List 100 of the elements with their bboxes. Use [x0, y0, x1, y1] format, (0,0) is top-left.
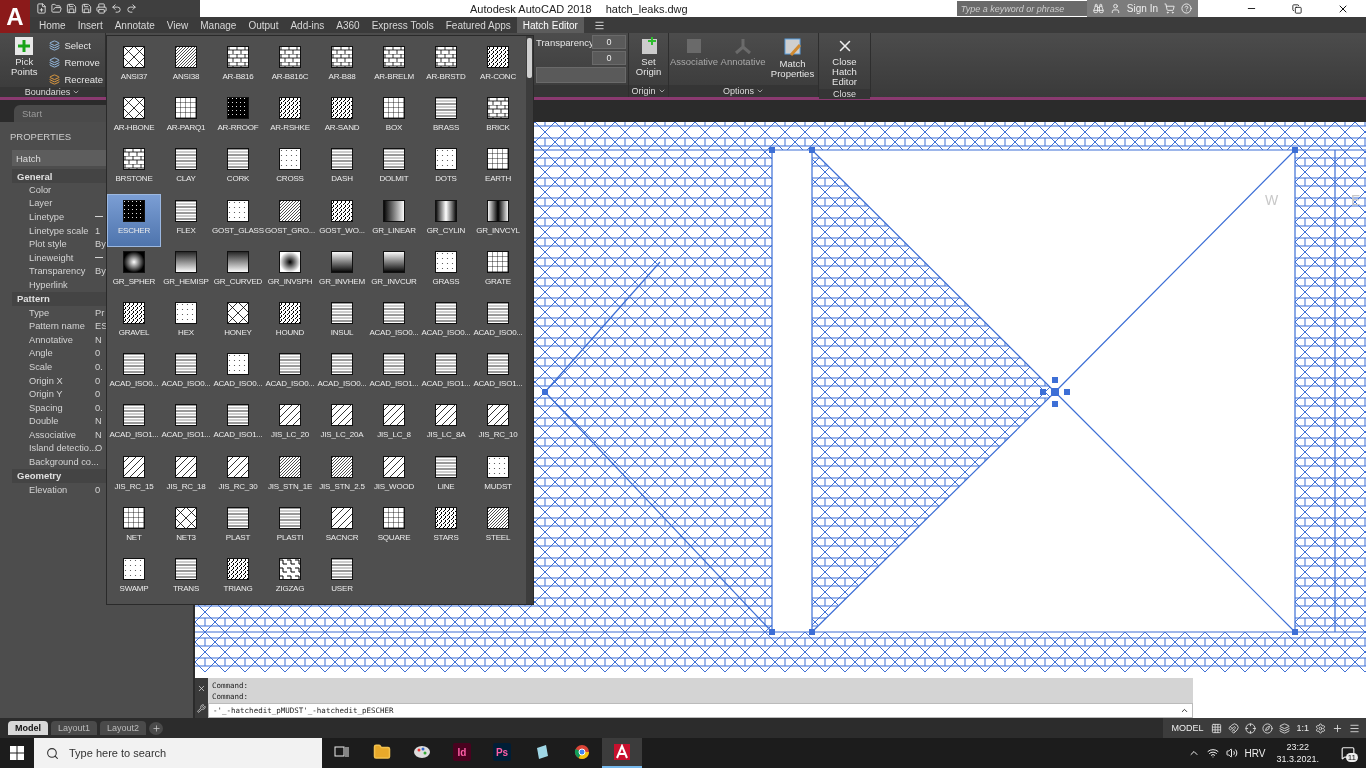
- hatch-pattern-button[interactable]: ACAD_ISO1...: [108, 399, 160, 451]
- hatch-pattern-button[interactable]: CORK: [212, 143, 264, 195]
- hatch-pattern-button[interactable]: ACAD_ISO1...: [368, 348, 420, 400]
- hatch-pattern-button[interactable]: ACAD_ISO0...: [420, 296, 472, 349]
- sign-in-link[interactable]: Sign In: [1126, 3, 1158, 14]
- hatch-pattern-button[interactable]: GOST_GRO...: [264, 194, 316, 246]
- layout-tab[interactable]: Layout2: [100, 721, 147, 735]
- hatch-pattern-button[interactable]: ZIGZAG: [264, 552, 316, 605]
- wifi-icon[interactable]: [1206, 747, 1219, 759]
- hatch-pattern-button[interactable]: DOTS: [420, 143, 472, 195]
- compass-icon[interactable]: [1262, 722, 1274, 734]
- hatch-pattern-button[interactable]: AR-B816C: [264, 41, 316, 93]
- help-icon[interactable]: [1181, 3, 1192, 14]
- hatch-pattern-button[interactable]: ESCHER: [108, 194, 160, 246]
- hatch-pattern-button[interactable]: JIS_STN_1E: [264, 450, 316, 502]
- layout-tab[interactable]: Layout1: [51, 721, 98, 735]
- hatch-pattern-button[interactable]: JIS_LC_8A: [420, 399, 472, 451]
- pick-points-button[interactable]: Pick Points: [2, 35, 47, 79]
- print-icon[interactable]: [96, 3, 107, 14]
- hatch-pattern-button[interactable]: JIS_LC_20: [264, 399, 316, 451]
- hatch-pattern-button[interactable]: SACNCR: [316, 501, 368, 553]
- scrollbar[interactable]: [526, 36, 533, 604]
- hatch-pattern-button[interactable]: DOLMIT: [368, 143, 420, 195]
- language-indicator[interactable]: HRV: [1244, 747, 1266, 759]
- hatch-pattern-button[interactable]: ANSI37: [108, 41, 160, 93]
- hatch-pattern-button[interactable]: ACAD_ISO0...: [472, 296, 524, 349]
- hatch-pattern-button[interactable]: GOST_GLASS: [212, 194, 264, 246]
- save-icon[interactable]: [66, 3, 77, 14]
- ribbon-tab[interactable]: Output: [242, 17, 285, 33]
- hatch-pattern-button[interactable]: STEEL: [472, 501, 524, 553]
- set-origin-button[interactable]: Set Origin: [630, 35, 667, 79]
- hatch-pattern-button[interactable]: CROSS: [264, 143, 316, 195]
- open-folder-icon[interactable]: [51, 3, 62, 14]
- hatch-pattern-button[interactable]: TRIANG: [212, 552, 264, 605]
- hatch-pattern-button[interactable]: HOUND: [264, 296, 316, 349]
- hatch-pattern-button[interactable]: NET: [108, 501, 160, 553]
- ribbon-tab[interactable]: Manage: [194, 17, 243, 33]
- menu-icon[interactable]: [1349, 722, 1360, 734]
- menu-icon[interactable]: [593, 19, 605, 31]
- search-field[interactable]: Type a keyword or phrase: [956, 1, 1087, 16]
- hatch-pattern-button[interactable]: GOST_WO...: [316, 194, 368, 246]
- hatch-pattern-button[interactable]: JIS_LC_20A: [316, 399, 368, 451]
- ribbon-tab[interactable]: View: [160, 17, 195, 33]
- hatch-pattern-button[interactable]: GRATE: [472, 245, 524, 297]
- app-logo[interactable]: A: [0, 0, 30, 33]
- model-space-button[interactable]: MODEL: [1169, 723, 1206, 733]
- add-layout-button[interactable]: [149, 721, 164, 735]
- taskbar-app-button[interactable]: [602, 738, 642, 768]
- ribbon-tab[interactable]: Express Tools: [365, 17, 440, 33]
- settings-icon[interactable]: [1315, 722, 1326, 734]
- hatch-pattern-button[interactable]: AR-CONC: [472, 41, 524, 93]
- ribbon-tab[interactable]: Add-ins: [284, 17, 331, 33]
- layout-tab[interactable]: Model: [8, 721, 48, 735]
- hatch-pattern-button[interactable]: AR-BRSTD: [420, 41, 472, 93]
- ribbon-tab[interactable]: Hatch Editor: [516, 17, 584, 33]
- hatch-pattern-button[interactable]: DASH: [316, 143, 368, 195]
- hatch-pattern-button[interactable]: JIS_RC_10: [472, 399, 524, 451]
- new-file-icon[interactable]: [36, 3, 47, 14]
- hatch-pattern-button[interactable]: AR-B88: [316, 41, 368, 93]
- hatch-pattern-button[interactable]: ACAD_ISO1...: [420, 348, 472, 400]
- plus-icon[interactable]: [1332, 722, 1343, 734]
- ribbon-tab[interactable]: Insert: [71, 17, 109, 33]
- notifications-button[interactable]: 11: [1330, 738, 1366, 768]
- speaker-icon[interactable]: [1225, 747, 1238, 759]
- layers-icon[interactable]: [1279, 722, 1291, 734]
- hatch-pattern-button[interactable]: ACAD_ISO1...: [472, 348, 524, 400]
- angle-field[interactable]: 0: [592, 51, 626, 65]
- hatch-pattern-button[interactable]: INSUL: [316, 296, 368, 349]
- hatch-pattern-button[interactable]: ACAD_ISO1...: [212, 399, 264, 451]
- crosshair-icon[interactable]: [1245, 722, 1257, 734]
- hatch-pattern-button[interactable]: GR_INVSPH: [264, 245, 316, 297]
- hatch-pattern-button[interactable]: JIS_WOOD: [368, 450, 420, 502]
- annotation-scale[interactable]: 1:1: [1296, 723, 1309, 733]
- taskbar-search-field[interactable]: Type here to search: [34, 738, 322, 768]
- hatch-pattern-button[interactable]: GR_LINEAR: [368, 194, 420, 246]
- transparency-field[interactable]: 0: [592, 35, 626, 49]
- select-button[interactable]: Select: [49, 37, 103, 53]
- hatch-pattern-button[interactable]: STARS: [420, 501, 472, 553]
- hatch-pattern-button[interactable]: ACAD_ISO0...: [108, 348, 160, 400]
- hatch-pattern-button[interactable]: PLAST: [212, 501, 264, 553]
- cart-icon[interactable]: [1164, 3, 1175, 14]
- hatch-pattern-button[interactable]: USER: [316, 552, 368, 605]
- hatch-pattern-button[interactable]: PLASTI: [264, 501, 316, 553]
- taskbar-app-button[interactable]: Id: [442, 738, 482, 768]
- redo-icon[interactable]: [126, 3, 137, 14]
- remove-button[interactable]: Remove: [49, 54, 103, 70]
- hatch-pattern-button[interactable]: ANSI38: [160, 41, 212, 93]
- close-icon[interactable]: [197, 683, 206, 693]
- hatch-pattern-button[interactable]: GRASS: [420, 245, 472, 297]
- match-properties-button[interactable]: Match Properties: [769, 35, 816, 81]
- scale-field[interactable]: [536, 67, 626, 83]
- close-hatch-editor-button[interactable]: Close Hatch Editor: [818, 35, 871, 89]
- hatch-pattern-button[interactable]: ACAD_ISO0...: [212, 348, 264, 400]
- clock[interactable]: 23:22 31.3.2021.: [1272, 741, 1323, 765]
- hatch-pattern-button[interactable]: AR-B816: [212, 41, 264, 93]
- undo-icon[interactable]: [111, 3, 122, 14]
- ribbon-tab[interactable]: A360: [330, 17, 366, 33]
- hatch-pattern-button[interactable]: GR_CYLIN: [420, 194, 472, 246]
- hatch-pattern-button[interactable]: JIS_STN_2.5: [316, 450, 368, 502]
- taskbar-app-button[interactable]: Ps: [482, 738, 522, 768]
